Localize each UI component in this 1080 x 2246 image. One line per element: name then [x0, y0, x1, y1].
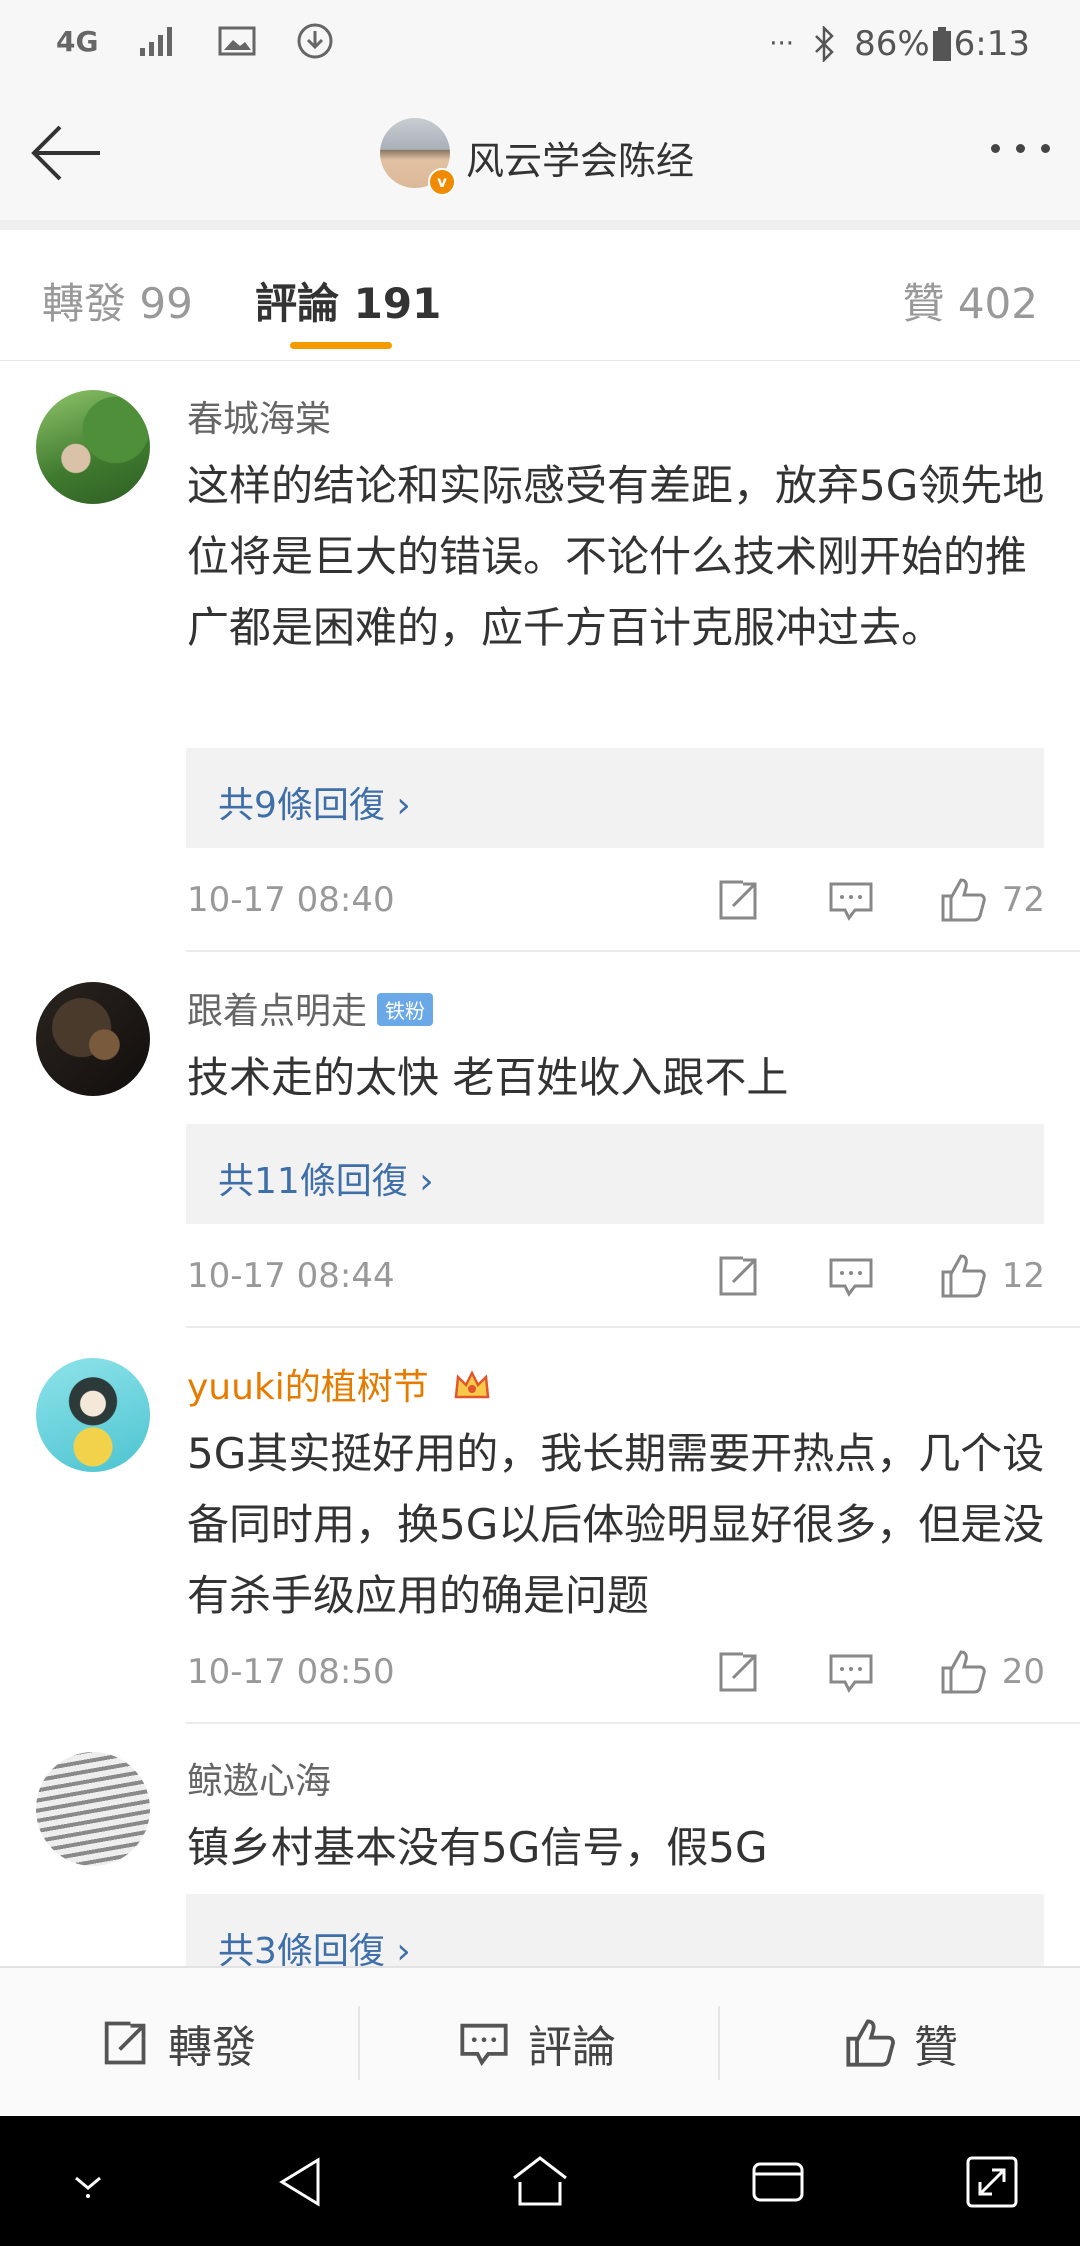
like-icon[interactable]: [939, 876, 987, 924]
battery-percent: 86%: [854, 24, 930, 64]
clock: 6:13: [953, 24, 1030, 64]
reply-count-label: 共11條回復: [218, 1161, 408, 1202]
author-name[interactable]: 风云学会陈经: [466, 130, 694, 185]
bluetooth-icon: [815, 26, 834, 62]
commenter-name[interactable]: 跟着点明走: [187, 991, 367, 1032]
expand-icon[interactable]: [962, 2152, 1022, 2212]
commenter-avatar[interactable]: [36, 1358, 150, 1472]
repost-icon[interactable]: [713, 876, 761, 924]
comment-divider: [186, 950, 1080, 952]
commenter-avatar[interactable]: [36, 1752, 150, 1866]
like-count: 12: [1001, 1256, 1045, 1296]
comment-footer: 10-17 08:50 20: [187, 1648, 1045, 1698]
section-divider: [0, 220, 1080, 230]
system-navigation-bar: [0, 2116, 1080, 2246]
comment-text: 镇乡村基本没有5G信号，假5G: [187, 1823, 768, 1872]
signal-icon: [140, 27, 173, 56]
separator: [718, 2006, 720, 2080]
comment-icon[interactable]: [827, 876, 875, 924]
comment-icon[interactable]: [827, 1252, 875, 1300]
commenter-name-row: 跟着点明走 铁粉: [187, 982, 434, 1034]
like-label: 贊: [914, 2022, 958, 2073]
more-notifications-icon: ···: [769, 29, 795, 59]
commenter-name[interactable]: 春城海棠: [187, 390, 331, 442]
comment-text: 这样的结论和实际感受有差距，放弃5G领先地位将是巨大的错误。不论什么技术刚开始的…: [187, 461, 1045, 652]
nav-back-icon[interactable]: [272, 2152, 332, 2212]
repost-icon: [104, 2021, 146, 2065]
comment-icon[interactable]: [827, 1648, 875, 1696]
commenter-avatar[interactable]: [36, 390, 150, 504]
more-options-button[interactable]: [991, 144, 1050, 153]
home-icon[interactable]: [510, 2152, 570, 2212]
commenter-avatar[interactable]: [36, 982, 150, 1096]
chevron-down-icon[interactable]: [58, 2152, 118, 2212]
dot-icon: [991, 144, 1000, 153]
comment-time: 10-17 08:50: [187, 1652, 395, 1692]
download-icon: [297, 23, 333, 59]
comment-time: 10-17 08:40: [187, 880, 395, 920]
commenter-name-row: yuuki的植树节: [187, 1358, 492, 1410]
repost-button[interactable]: 轉發: [98, 1968, 256, 2118]
like-icon: [846, 2019, 895, 2067]
back-arrow-icon: [31, 125, 100, 181]
comment-footer: 10-17 08:44 12: [187, 1252, 1045, 1302]
dot-icon: [1041, 144, 1050, 153]
reply-count-label: 共3條回復: [218, 1931, 385, 1966]
tab-likes[interactable]: 贊 402: [902, 270, 1038, 331]
vip-crown-icon: [454, 1370, 490, 1399]
battery-icon: [932, 27, 951, 61]
view-replies-button[interactable]: 共3條回復 ›: [186, 1894, 1044, 1966]
network-icon: 4G: [56, 24, 99, 58]
verified-badge-icon: v: [428, 168, 456, 196]
commenter-name[interactable]: yuuki的植树节: [187, 1367, 429, 1408]
bottom-action-bar: 轉發 評論 贊: [0, 1966, 1080, 2118]
comment-footer: 10-17 08:40 72: [187, 876, 1045, 926]
image-icon: [218, 26, 256, 56]
comment-text: 技术走的太快 老百姓收入跟不上: [187, 1053, 789, 1102]
like-icon[interactable]: [939, 1252, 987, 1300]
dot-icon: [1016, 144, 1025, 153]
active-tab-indicator: [290, 342, 392, 349]
reply-count-label: 共9條回復: [218, 785, 385, 826]
separator: [358, 2006, 360, 2080]
comment-text: 5G其实挺好用的，我长期需要开热点，几个设备同时用，换5G以后体验明显好很多，但…: [187, 1429, 1045, 1620]
comment-button[interactable]: 評論: [458, 1968, 616, 2118]
repost-label: 轉發: [168, 2022, 256, 2073]
repost-icon[interactable]: [713, 1648, 761, 1696]
commenter-name[interactable]: 鲸遨心海: [187, 1752, 331, 1804]
like-button[interactable]: 贊: [844, 1968, 958, 2118]
repost-icon[interactable]: [713, 1252, 761, 1300]
like-icon[interactable]: [939, 1648, 987, 1696]
tab-bar: 轉發 99 評論 191 贊 402: [0, 230, 1080, 361]
comment-divider: [186, 1326, 1080, 1328]
view-replies-button[interactable]: 共11條回復 ›: [186, 1124, 1044, 1224]
back-button[interactable]: [26, 118, 106, 188]
top-header: v 风云学会陈经: [0, 90, 1080, 222]
tab-comments[interactable]: 評論 191: [255, 270, 441, 331]
like-count: 72: [1001, 880, 1045, 920]
fan-badge: 铁粉: [377, 992, 434, 1026]
recent-apps-icon[interactable]: [748, 2152, 808, 2212]
comment-divider: [186, 1722, 1080, 1724]
comment-time: 10-17 08:44: [187, 1256, 395, 1296]
comment-label: 評論: [528, 2022, 616, 2073]
view-replies-button[interactable]: 共9條回復 ›: [186, 748, 1044, 848]
comment-icon: [460, 2023, 508, 2067]
like-count: 20: [1001, 1652, 1045, 1692]
status-bar: 4G ··· 86% 6:13: [0, 0, 1080, 90]
tab-reposts[interactable]: 轉發 99: [42, 270, 193, 331]
